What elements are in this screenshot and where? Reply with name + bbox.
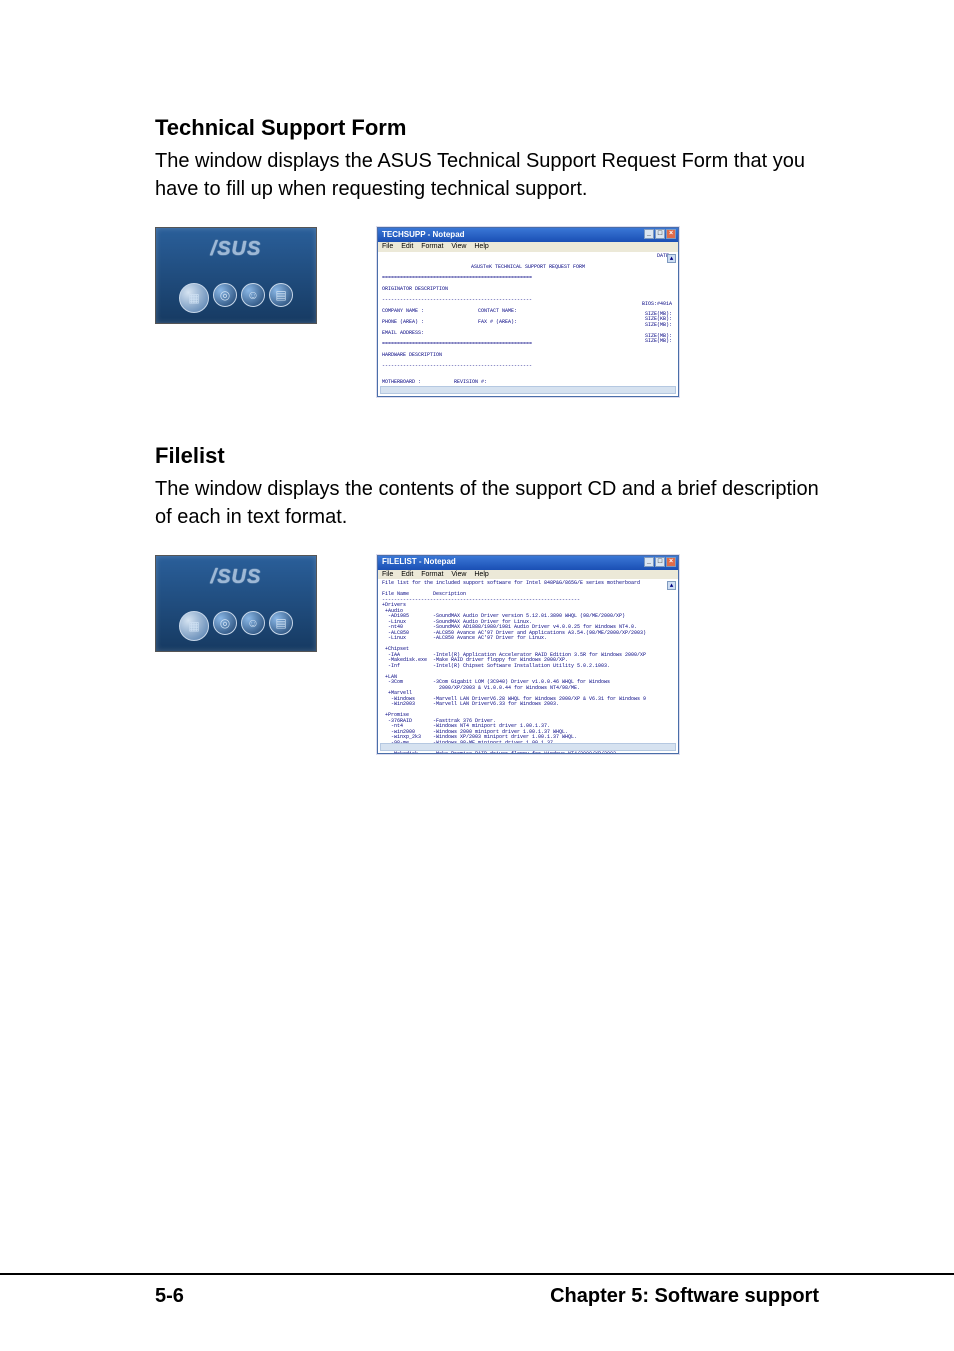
launcher-icon-b4: ▤ (269, 611, 293, 635)
menu-help[interactable]: Help (474, 243, 488, 250)
page-number: 5-6 (155, 1279, 184, 1308)
body-line-7: HARDWARE DESCRIPTION (382, 353, 674, 359)
horizontal-scrollbar-2[interactable] (380, 743, 676, 751)
menu-file[interactable]: File (382, 243, 393, 250)
menu-view-2[interactable]: View (451, 571, 466, 578)
body-line-4: PHONE (AREA) : FAX # (AREA): (382, 320, 674, 326)
body-line-8: ----------------------------------------… (382, 364, 674, 370)
window-controls-2: _ □ × (644, 557, 676, 567)
notepad-filelist-window: FILELIST - Notepad _ □ × File Edit Forma… (377, 555, 679, 755)
size-5: SIZE(MB): (645, 338, 672, 344)
notepad-techsupp-body: DATE: ASUSTeK TECHNICAL SUPPORT REQUEST … (378, 252, 678, 396)
notepad-filelist-title-text: FILELIST - Notepad (382, 558, 456, 567)
launcher-icon-1: ▦ (179, 283, 209, 313)
notepad-filelist-body: File list for the included support softw… (378, 579, 678, 753)
minimize-button[interactable]: _ (644, 229, 654, 239)
launcher-icon-3: ☺ (241, 283, 265, 307)
asus-launcher-thumbnail-2: /SUS ▦ ◎ ☺ ▤ (155, 555, 317, 652)
notepad-filelist-titlebar: FILELIST - Notepad _ □ × (378, 556, 678, 570)
heading-filelist: Filelist (155, 443, 819, 469)
header-center: ASUSTeK TECHNICAL SUPPORT REQUEST FORM (382, 265, 674, 271)
menu-view[interactable]: View (451, 243, 466, 250)
launcher-icon-2: ◎ (213, 283, 237, 307)
body-line-6: ========================================… (382, 342, 674, 348)
maximize-button-2[interactable]: □ (655, 557, 665, 567)
figure-row-techsupp: /SUS ▦ ◎ ☺ ▤ TECHSUPP - Notepad _ □ × Fi… (155, 227, 819, 397)
launcher-icon-b3: ☺ (241, 611, 265, 635)
body-technical-support: The window displays the ASUS Technical S… (155, 147, 819, 203)
figure-row-filelist: /SUS ▦ ◎ ☺ ▤ FILELIST - Notepad _ □ × (155, 555, 819, 755)
launcher-icon-b1: ▦ (179, 611, 209, 641)
notepad-menubar-2: File Edit Format View Help (378, 570, 678, 580)
menu-edit-2[interactable]: Edit (401, 571, 413, 578)
page-footer: 5-6 Chapter 5: Software support (0, 1273, 954, 1311)
launcher-icon-4: ▤ (269, 283, 293, 307)
menu-format[interactable]: Format (421, 243, 443, 250)
close-button[interactable]: × (666, 229, 676, 239)
notepad-techsupp-window: TECHSUPP - Notepad _ □ × File Edit Forma… (377, 227, 679, 397)
horizontal-scrollbar[interactable] (380, 386, 676, 394)
notepad-title-text: TECHSUPP - Notepad (382, 231, 465, 240)
maximize-button[interactable]: □ (655, 229, 665, 239)
window-controls: _ □ × (644, 229, 676, 239)
menu-edit[interactable]: Edit (401, 243, 413, 250)
body-line-1: ORIGINATOR DESCRIPTION (382, 287, 674, 293)
body-line-0: ========================================… (382, 276, 674, 282)
body-line-5: EMAIL ADDRESS: (382, 331, 674, 337)
asus-logo: /SUS (211, 238, 262, 261)
notepad-techsupp-titlebar: TECHSUPP - Notepad _ □ × (378, 228, 678, 242)
asus-launcher-icons: ▦ ◎ ☺ ▤ (179, 283, 293, 313)
body-line-3: COMPANY NAME : CONTACT NAME: (382, 309, 674, 315)
filelist-line: File list for the included support softw… (382, 581, 674, 587)
asus-launcher-thumbnail: /SUS ▦ ◎ ☺ ▤ (155, 227, 317, 324)
notepad-menubar: File Edit Format View Help (378, 242, 678, 252)
chapter-label: Chapter 5: Software support (550, 1279, 819, 1308)
heading-technical-support: Technical Support Form (155, 115, 819, 141)
menu-format-2[interactable]: Format (421, 571, 443, 578)
menu-file-2[interactable]: File (382, 571, 393, 578)
minimize-button-2[interactable]: _ (644, 557, 654, 567)
body-filelist: The window displays the contents of the … (155, 475, 819, 531)
menu-help-2[interactable]: Help (474, 571, 488, 578)
asus-launcher-icons-2: ▦ ◎ ☺ ▤ (179, 611, 293, 641)
body-line-2: ----------------------------------------… (382, 298, 674, 304)
size-col: SIZE(MB): SIZE(KB): SIZE(MB): SIZE(MB): … (645, 312, 672, 345)
scroll-up-icon[interactable]: ▲ (667, 254, 676, 263)
asus-logo-2: /SUS (211, 566, 262, 589)
scroll-up-icon-2[interactable]: ▲ (667, 581, 676, 590)
launcher-icon-b2: ◎ (213, 611, 237, 635)
close-button-2[interactable]: × (666, 557, 676, 567)
bios-label: BIOS:#401A (642, 302, 672, 308)
filelist-line: -Makedisk -Make Promise RAID driver flop… (382, 752, 674, 754)
size-2: SIZE(MB): (645, 322, 672, 328)
